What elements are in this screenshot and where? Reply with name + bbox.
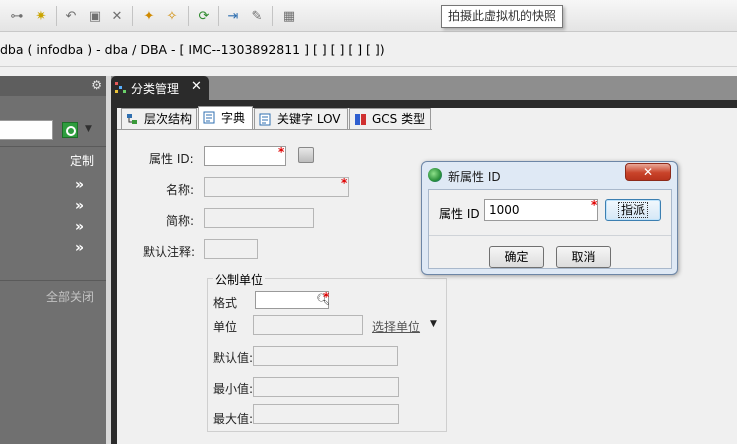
- attr-id-label: 属性 ID:: [149, 152, 194, 166]
- assign-button[interactable]: 指派: [605, 199, 661, 221]
- subtab-gcs-type[interactable]: GCS 类型: [349, 108, 431, 130]
- default-value-input[interactable]: [253, 346, 398, 366]
- subtab-hierarchy[interactable]: 层次结构: [121, 108, 197, 130]
- max-value-input[interactable]: [253, 404, 399, 424]
- gear-icon[interactable]: ⚙: [91, 78, 102, 92]
- expand-arrow-icon[interactable]: »: [75, 219, 84, 235]
- sparkle-icon[interactable]: ✷: [32, 7, 50, 25]
- subtab-dictionary[interactable]: 字典: [198, 106, 253, 130]
- indent-icon[interactable]: ⇥: [224, 7, 242, 25]
- wand-icon[interactable]: ✦: [140, 7, 158, 25]
- toolbar-separator: [56, 6, 57, 26]
- dialog-title: 新属性 ID: [448, 170, 501, 184]
- hierarchy-icon: [127, 114, 137, 124]
- name-label: 名称:: [166, 183, 195, 197]
- dialog-separator: [429, 235, 671, 236]
- expand-arrow-icon[interactable]: »: [75, 198, 84, 214]
- undo-icon[interactable]: ↶: [62, 7, 80, 25]
- keyword-lov-icon: [259, 113, 271, 126]
- window-title: dba ( infodba ) - dba / DBA - [ IMC--130…: [0, 33, 737, 67]
- unit-input[interactable]: [253, 315, 363, 335]
- dictionary-icon: [203, 111, 215, 124]
- attr-id-input[interactable]: [204, 146, 286, 166]
- subtab-label: GCS 类型: [372, 112, 426, 126]
- gcs-type-icon: [355, 114, 366, 125]
- cancel-button[interactable]: 取消: [556, 246, 611, 268]
- short-name-input[interactable]: [204, 208, 314, 228]
- min-value-label: 最小值:: [213, 382, 254, 396]
- toolbar-separator: [188, 6, 189, 26]
- search-icon[interactable]: [62, 122, 78, 138]
- required-mark: *: [341, 176, 348, 190]
- subtab-label: 关键字 LOV: [277, 112, 341, 126]
- required-mark: *: [278, 145, 285, 159]
- toolbar-separator: [218, 6, 219, 26]
- default-value-label: 默认值:: [213, 351, 254, 365]
- wand-plus-icon[interactable]: ✧: [163, 7, 181, 25]
- app-icon: [428, 168, 442, 182]
- expand-arrow-icon[interactable]: »: [75, 177, 84, 193]
- close-all-button[interactable]: 全部关闭: [46, 288, 94, 305]
- tab-classification-management[interactable]: 分类管理 ✕: [111, 76, 209, 100]
- refresh-icon[interactable]: ⟳: [195, 7, 213, 25]
- new-attribute-id-dialog: 新属性 ID ✕ 属性 ID * 指派 确定 取消: [421, 161, 678, 275]
- name-input[interactable]: [204, 177, 349, 197]
- subtab-keyword-lov[interactable]: 关键字 LOV: [254, 108, 348, 130]
- classification-icon: [115, 82, 126, 93]
- chevron-down-icon[interactable]: ▼: [85, 124, 92, 134]
- left-panel-header: ⚙: [0, 76, 106, 96]
- dialog-field-label: 属性 ID: [439, 207, 480, 221]
- format-label: 格式: [213, 296, 238, 310]
- chevron-down-icon[interactable]: ▼: [430, 319, 437, 329]
- short-name-label: 简称:: [166, 214, 195, 228]
- required-mark: *: [591, 198, 598, 212]
- max-value-label: 最大值:: [213, 412, 254, 426]
- min-value-input[interactable]: [253, 377, 399, 397]
- subtab-baseline: [117, 129, 432, 130]
- default-note-label: 默认注释:: [143, 245, 196, 259]
- metric-unit-group-title: 公制单位: [213, 271, 266, 288]
- left-panel-search-input[interactable]: [0, 120, 53, 140]
- snapshot-tooltip: 拍摄此虚拟机的快照: [441, 5, 563, 28]
- default-note-input[interactable]: [204, 239, 258, 259]
- rename-icon[interactable]: ✎: [248, 7, 266, 25]
- close-icon[interactable]: ✕: [108, 7, 126, 25]
- divider: [0, 146, 106, 147]
- grid-icon[interactable]: ▦: [280, 7, 298, 25]
- tab-label: 分类管理: [131, 82, 180, 96]
- unit-label: 单位: [213, 320, 238, 334]
- toolbar: ⊶ ✷ ↶ ▣ ✕ ✦ ✧ ⟳ ⇥ ✎ ▦ 拍摄此虚拟机的快照: [0, 0, 737, 32]
- dialog-close-button[interactable]: ✕: [625, 163, 671, 181]
- ok-button[interactable]: 确定: [489, 246, 544, 268]
- close-icon[interactable]: ✕: [191, 79, 202, 94]
- required-mark: *: [323, 290, 330, 304]
- assign-button-label: 指派: [617, 202, 648, 218]
- toolbar-separator: [132, 6, 133, 26]
- dialog-titlebar[interactable]: 新属性 ID ✕: [422, 162, 677, 188]
- customize-link[interactable]: 定制: [70, 152, 94, 169]
- expand-arrow-icon[interactable]: »: [75, 240, 84, 256]
- attr-id-value-input[interactable]: [484, 199, 598, 221]
- subtab-label: 字典: [221, 111, 246, 125]
- attr-id-picker-button[interactable]: [298, 147, 314, 163]
- save-icon[interactable]: ▣: [86, 7, 104, 25]
- divider: [0, 280, 106, 281]
- select-unit-link[interactable]: 选择单位: [372, 318, 420, 335]
- key-icon[interactable]: ⊶: [8, 7, 26, 25]
- subtab-label: 层次结构: [144, 112, 193, 126]
- toolbar-separator: [272, 6, 273, 26]
- dialog-body: 属性 ID * 指派 确定 取消: [428, 189, 672, 269]
- left-panel: ⚙ ▼ 定制 » » » » 全部关闭: [0, 76, 106, 444]
